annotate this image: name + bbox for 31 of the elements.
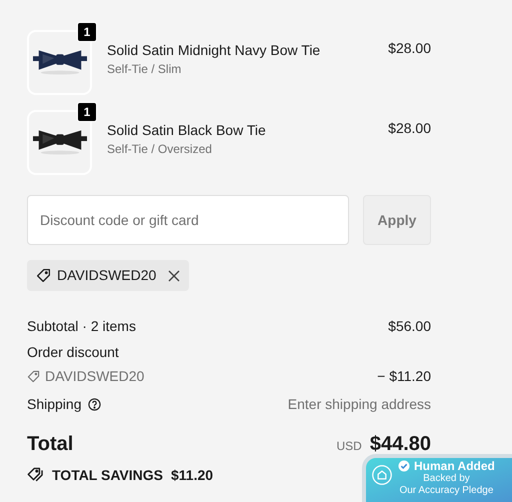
quantity-badge: 1 <box>77 22 97 42</box>
shipping-label: Shipping <box>27 394 82 414</box>
subtotal-value: $56.00 <box>388 316 431 336</box>
total-value: $44.80 <box>370 432 431 457</box>
discount-code: DAVIDSWED20 <box>45 366 144 386</box>
product-price: $28.00 <box>388 119 431 138</box>
discount-code: DAVIDSWED20 <box>57 266 156 285</box>
product-variant: Self-Tie / Oversized <box>107 141 213 158</box>
savings-label: TOTAL SAVINGS <box>52 466 163 484</box>
shipping-value: Enter shipping address <box>288 394 431 414</box>
total-label: Total <box>27 432 74 457</box>
tag-icon <box>36 268 51 283</box>
close-icon[interactable] <box>168 270 180 282</box>
help-icon[interactable] <box>88 398 100 410</box>
product-price: $28.00 <box>388 39 431 58</box>
product-name: Solid Satin Black Bow Tie <box>107 121 267 140</box>
tags-icon <box>27 467 44 483</box>
house-icon <box>372 465 392 485</box>
badge-text: Our Accuracy Pledge <box>399 485 494 497</box>
subtotal-label: Subtotal · 2 items <box>27 316 136 336</box>
product-variant: Self-Tie / Slim <box>107 61 182 78</box>
product-name: Solid Satin Midnight Navy Bow Tie <box>107 41 322 60</box>
quantity-badge: 1 <box>77 102 97 122</box>
badge-title: Human Added <box>414 459 495 473</box>
savings-value: $11.20 <box>170 466 214 484</box>
discount-amount: − $11.20 <box>377 366 431 386</box>
currency-label: USD <box>336 438 362 455</box>
badge-text: Backed by <box>423 473 470 485</box>
discount-label: Order discount <box>27 342 119 362</box>
check-icon <box>398 460 410 472</box>
tag-icon <box>27 370 40 382</box>
